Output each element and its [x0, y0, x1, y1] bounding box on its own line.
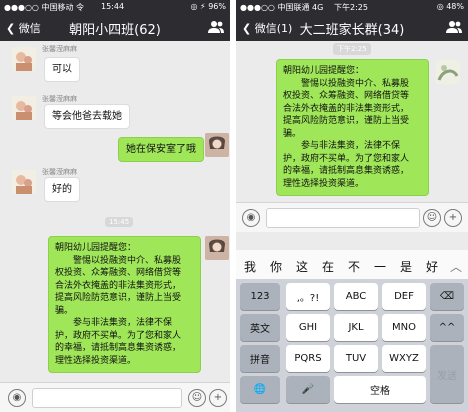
emoticon-key[interactable]: ^^ [430, 314, 464, 341]
key-ghi[interactable]: GHI [286, 314, 330, 341]
key-abc[interactable]: ABC [334, 283, 378, 310]
notice-line: 朝阳幼儿园提醒您： [283, 66, 365, 76]
candidate[interactable]: 我 [244, 258, 256, 275]
notice-line: 的幸福，请抵制高息集资诱惑， [283, 166, 410, 176]
timestamp: 下午2:25 [333, 43, 371, 55]
battery-label: ◎ ⚡ 96% [190, 2, 226, 11]
key-mno[interactable]: MNO [382, 314, 426, 341]
notice-line: 理性选择投资渠道。 [55, 355, 137, 366]
key-pinyin[interactable]: 拼音 [240, 345, 280, 372]
voice-icon[interactable]: ◉ [242, 209, 260, 227]
left-chat-screen: ●●●○○ 中国移动 令 15:44 ◎ ⚡ 96% ❮ 微信 朝阳小四班(62… [0, 0, 230, 412]
notice-line: 护，政府不买单。为了您和家人 [55, 330, 182, 341]
voice-icon[interactable]: ◉ [8, 389, 26, 407]
key-jkl[interactable]: JKL [334, 314, 378, 341]
candidate[interactable]: 好 [426, 258, 438, 275]
notice-line: 权投资、众筹融资、网络借贷等 [283, 91, 410, 101]
key-english[interactable]: 英文 [240, 314, 280, 341]
message-bubble[interactable]: 等会他爸去载她 [44, 104, 130, 129]
space-key[interactable]: 空格 [334, 376, 426, 403]
message-bubble-own-notice[interactable]: 朝阳幼儿园提醒您： 警惕以投融资中介、私募股 权投资、众筹融资、网络借贷等 合法… [276, 59, 429, 196]
notice-line: 提高风险防范意识，谨防上当受 [55, 293, 182, 303]
input-bar: ◉ ☺ + [236, 202, 468, 232]
notice-line: 参与非法集资，法律不保 [283, 141, 401, 151]
message-input[interactable] [32, 388, 182, 408]
carrier-label: ●●●○○ 中国联通 4G [240, 3, 324, 12]
key-123[interactable]: 123 [240, 283, 280, 310]
notice-line: 骗。 [283, 128, 302, 139]
candidate-bar: 我 你 这 在 不 一 是 好 ︿ [236, 250, 468, 282]
send-button[interactable]: 发送 [430, 345, 464, 403]
candidate[interactable]: 在 [322, 258, 334, 275]
people-icon[interactable] [208, 20, 224, 34]
clock: 下午2:25 [334, 3, 368, 12]
notice-line: 骗。 [55, 305, 74, 316]
avatar[interactable] [12, 47, 36, 71]
expand-candidates-icon[interactable]: ︿ [450, 258, 462, 275]
notice-line: 参与非法集资，法律不保 [55, 318, 173, 328]
clock: 15:44 [101, 2, 125, 11]
candidate[interactable]: 这 [296, 258, 308, 275]
message-input[interactable] [266, 208, 420, 228]
input-bar: ◉ ☺ + [0, 382, 230, 412]
microphone-icon[interactable]: 🎤 [286, 376, 330, 403]
candidate[interactable]: 不 [348, 258, 360, 275]
candidate[interactable]: 你 [270, 258, 282, 275]
own-avatar[interactable] [436, 60, 460, 84]
message-bubble[interactable]: 可以 [44, 57, 80, 82]
globe-icon[interactable]: 🌐 [240, 376, 280, 403]
battery-label: ◎ 48% [436, 2, 464, 11]
sender-name: 张馨滢麻麻 [42, 95, 77, 103]
emoji-icon[interactable]: ☺ [423, 209, 441, 227]
chat-title: 大二班家长群(34) [299, 23, 405, 38]
sender-name: 张馨滢麻麻 [42, 45, 77, 53]
key-pqrs[interactable]: PQRS [286, 345, 330, 372]
nav-bar: ❮ 微信 朝阳小四班(62) [0, 14, 230, 41]
notice-line: 警惕以投融资中介、私募股 [283, 78, 410, 89]
notice-line: 合法外衣掩盖的非法集资形式， [283, 103, 410, 114]
notice-line: 提高风险防范意识，谨防上当受 [283, 116, 410, 126]
people-icon[interactable] [446, 20, 462, 34]
notice-line: 合法外衣掩盖的非法集资形式， [55, 280, 182, 291]
emoji-icon[interactable]: ☺ [188, 389, 206, 407]
message-bubble-own-notice[interactable]: 朝阳幼儿园提醒您： 警惕以投融资中介、私募股 权投资、众筹融资、网络借贷等 合法… [48, 236, 201, 373]
status-bar: ●●●○○ 中国移动 令 15:44 ◎ ⚡ 96% [0, 0, 230, 14]
candidate[interactable]: 一 [374, 258, 386, 275]
own-avatar[interactable] [205, 236, 229, 260]
notice-line: 理性选择投资渠道。 [283, 178, 365, 189]
sender-name: 张馨滢麻麻 [42, 168, 77, 176]
carrier-label: ●●●○○ 中国移动 令 [4, 3, 84, 12]
chat-title: 朝阳小四班(62) [69, 23, 161, 38]
key-wxyz[interactable]: WXYZ [382, 345, 426, 372]
notice-line: 警惕以投融资中介、私募股 [55, 255, 182, 266]
nav-bar: ❮ 微信(1) 大二班家长群(34) [236, 14, 468, 41]
notice-line: 朝阳幼儿园提醒您： [55, 243, 137, 253]
avatar[interactable] [12, 170, 36, 194]
key-tuv[interactable]: TUV [334, 345, 378, 372]
keyboard: 123 ,。?! ABC DEF ⌫ 英文 GHI JKL MNO ^^ 拼音 … [236, 279, 468, 412]
plus-icon[interactable]: + [444, 209, 462, 227]
notice-line: 权投资、众筹融资、网络借贷等 [55, 268, 182, 278]
notice-line: 的幸福，请抵制高息集资诱惑， [55, 343, 182, 353]
backspace-icon[interactable]: ⌫ [430, 283, 464, 310]
avatar[interactable] [12, 96, 36, 120]
message-bubble-own[interactable]: 她在保安室了哦 [118, 137, 204, 162]
right-chat-screen: ●●●○○ 中国联通 4G 下午2:25 ◎ 48% ❮ 微信(1) 大二班家长… [236, 0, 468, 412]
key-def[interactable]: DEF [382, 283, 426, 310]
candidate[interactable]: 是 [400, 258, 412, 275]
plus-icon[interactable]: + [209, 389, 227, 407]
own-avatar[interactable] [205, 133, 229, 157]
notice-line: 护，政府不买单。为了您和家人 [283, 153, 410, 164]
timestamp: 15:45 [105, 217, 134, 227]
status-bar: ●●●○○ 中国联通 4G 下午2:25 ◎ 48% [236, 0, 468, 14]
key-punct[interactable]: ,。?! [286, 283, 330, 310]
message-bubble[interactable]: 好的 [44, 177, 80, 202]
